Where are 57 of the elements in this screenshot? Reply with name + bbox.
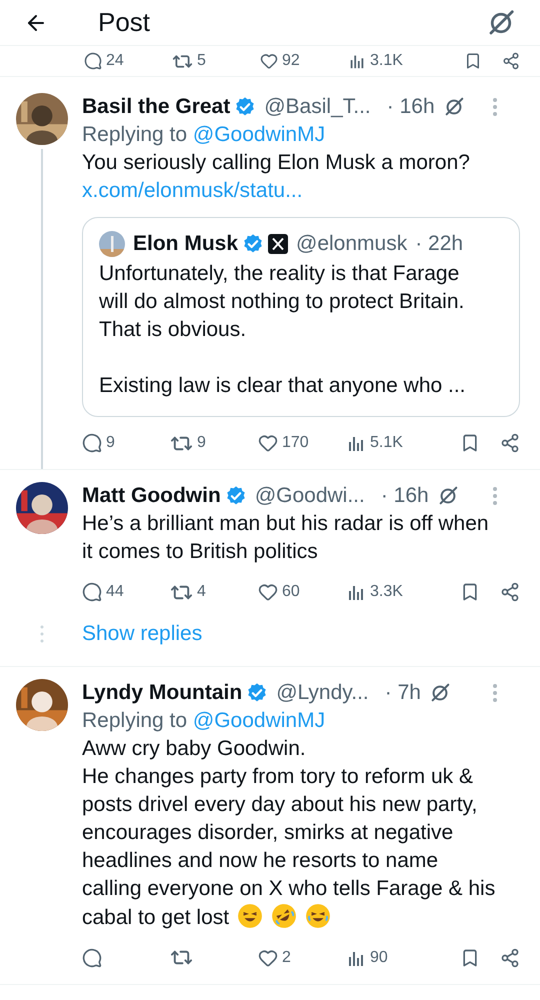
post-text: Aww cry baby Goodwin. [82, 736, 307, 762]
like-count: 60 [282, 582, 300, 602]
thread-dots-icon [40, 624, 44, 643]
x-logo-icon [268, 234, 288, 254]
quoted-text: Unfortunately, the reality is that Farage will do almost nothing to protect Britain. That is obvious. [99, 261, 466, 343]
author-name[interactable]: Lyndy Mountain [82, 678, 242, 706]
reply-count: 24 [106, 51, 124, 71]
reply-icon[interactable] [84, 52, 102, 70]
verified-badge-icon [242, 233, 264, 255]
post-time: · 16h [386, 94, 435, 120]
reply-icon[interactable] [82, 582, 102, 602]
like-icon[interactable] [258, 948, 278, 968]
repost-count: 4 [197, 582, 206, 602]
author-name[interactable]: Matt Goodwin [82, 482, 221, 510]
bookmark-icon[interactable] [464, 52, 482, 70]
author-handle[interactable]: @Goodwi... [254, 482, 365, 510]
laughing-face-icon [237, 902, 264, 928]
reply-count: 9 [106, 433, 115, 453]
author-handle[interactable]: @Lyndy... [276, 678, 369, 706]
repost-count: 9 [197, 433, 206, 453]
reply-icon[interactable] [82, 948, 102, 968]
laughing-face-icon [305, 902, 332, 928]
post-text: He’s a brilliant man but his radar is off when it comes to British politics [82, 511, 490, 565]
quoted-text: Existing law is clear that anyone who ... [99, 373, 467, 399]
post-text: He changes party from tory to reform uk & posts drivel every day about his new party, encourages disorder, smirks at negative headlines and now he resorts to name calling everyone on X who tells Farage & his cabal to get lost [82, 762, 502, 932]
author-name: Elon Musk [133, 231, 238, 257]
replying-to-label: Replying to [82, 123, 188, 146]
post-time: · 7h [384, 680, 421, 706]
like-icon[interactable] [258, 582, 278, 602]
page-title: Post [98, 6, 150, 39]
view-count: 5.1K [370, 433, 403, 453]
author-handle[interactable]: @Basil_T... [264, 93, 371, 121]
verified-badge-icon [234, 96, 256, 118]
verified-badge-icon [246, 682, 268, 704]
like-icon[interactable] [258, 433, 278, 453]
like-count: 170 [282, 433, 309, 453]
like-count: 2 [282, 948, 291, 968]
post-time: · 22h [415, 231, 464, 257]
share-icon[interactable] [502, 52, 520, 70]
view-count: 3.3K [370, 582, 403, 602]
repost-count: 5 [197, 51, 206, 71]
verified-badge-icon [224, 485, 247, 507]
view-count: 3.1K [370, 51, 403, 71]
replying-to-label: Replying to [82, 708, 188, 732]
reply-icon[interactable] [82, 433, 102, 453]
view-count: 90 [370, 948, 388, 968]
like-count: 92 [282, 51, 300, 71]
share-icon[interactable] [500, 582, 520, 602]
share-icon[interactable] [500, 433, 520, 453]
author-name[interactable]: Basil the Great [82, 93, 230, 121]
like-icon[interactable] [260, 52, 278, 70]
post-time: · 16h [380, 483, 429, 509]
quoted-post-card[interactable]: Elon Musk @elonmusk · 22h Unfortunately, the reality is that Farage will do almost nothing to protect Britain. That is obvious. Existing law is clear that anyone who ... [82, 217, 520, 417]
share-icon[interactable] [500, 948, 520, 968]
author-handle: @elonmusk [296, 231, 408, 257]
post-text: You seriously calling Elon Musk a moron? [82, 150, 471, 176]
reply-count: 44 [106, 582, 124, 602]
